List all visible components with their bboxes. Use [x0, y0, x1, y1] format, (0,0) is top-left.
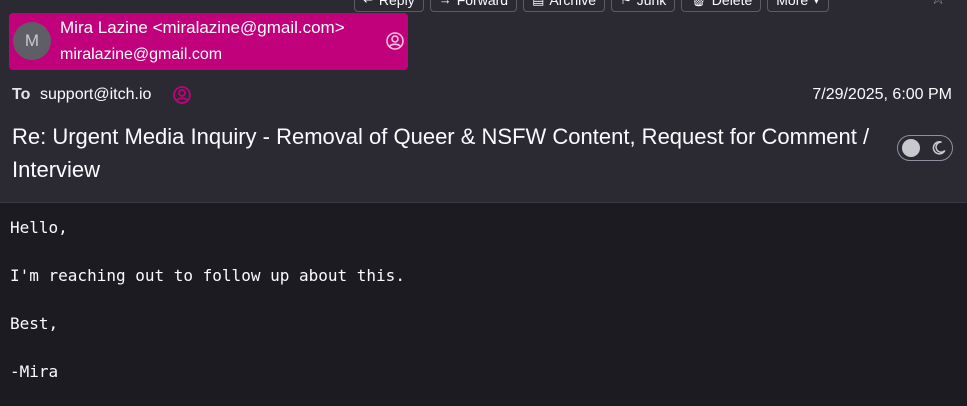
sender-email: miralazine@gmail.com	[60, 46, 223, 63]
moon-icon	[932, 141, 946, 155]
sender-display: Mira Lazine <miralazine@gmail.com>	[60, 18, 345, 37]
delete-icon: 🗑	[690, 0, 707, 11]
chevron-down-icon: ▾	[813, 0, 820, 11]
junk-button[interactable]: ⚑ Junk	[611, 0, 676, 12]
toggle-knob	[902, 139, 920, 157]
archive-button[interactable]: ▤ Archive	[523, 0, 606, 12]
body-line: -Mira	[10, 362, 59, 381]
reply-label: Reply	[378, 0, 415, 8]
body-line: Best,	[10, 314, 59, 333]
add-contact-icon[interactable]	[172, 85, 192, 105]
junk-icon: ⚑	[620, 0, 632, 11]
archive-icon: ▤	[532, 0, 544, 11]
message-header: ↩ Reply → Forward ▤ Archive ⚑ Junk 🗑 Del…	[0, 0, 967, 203]
junk-label: Junk	[636, 0, 667, 8]
sender-pill[interactable]: M Mira Lazine <miralazine@gmail.com> mir…	[9, 13, 408, 70]
to-label: To	[12, 86, 31, 103]
recipient-address[interactable]: support@itch.io	[40, 86, 151, 104]
forward-button[interactable]: → Forward	[429, 0, 518, 12]
add-contact-icon[interactable]	[385, 31, 405, 51]
delete-button[interactable]: 🗑 Delete	[681, 0, 762, 12]
avatar: M	[13, 22, 51, 60]
forward-label: Forward	[456, 0, 509, 8]
star-icon[interactable]: ☆	[930, 0, 946, 9]
delete-label: Delete	[711, 0, 753, 8]
archive-label: Archive	[549, 0, 597, 8]
body-line: I'm reaching out to follow up about this…	[10, 266, 405, 285]
message-toolbar: ↩ Reply → Forward ▤ Archive ⚑ Junk 🗑 Del…	[354, 0, 829, 12]
message-date: 7/29/2025, 6:00 PM	[812, 86, 952, 103]
message-body: Hello, I'm reaching out to follow up abo…	[10, 214, 405, 406]
more-button[interactable]: More ▾	[767, 0, 829, 12]
reply-button[interactable]: ↩ Reply	[354, 0, 424, 12]
message-subject: Re: Urgent Media Inquiry - Removal of Qu…	[12, 124, 870, 182]
reply-icon: ↩	[363, 0, 374, 11]
more-label: More	[776, 0, 809, 8]
body-line: Hello,	[10, 218, 68, 237]
forward-icon: →	[439, 0, 452, 11]
dark-mode-toggle[interactable]	[897, 135, 953, 161]
